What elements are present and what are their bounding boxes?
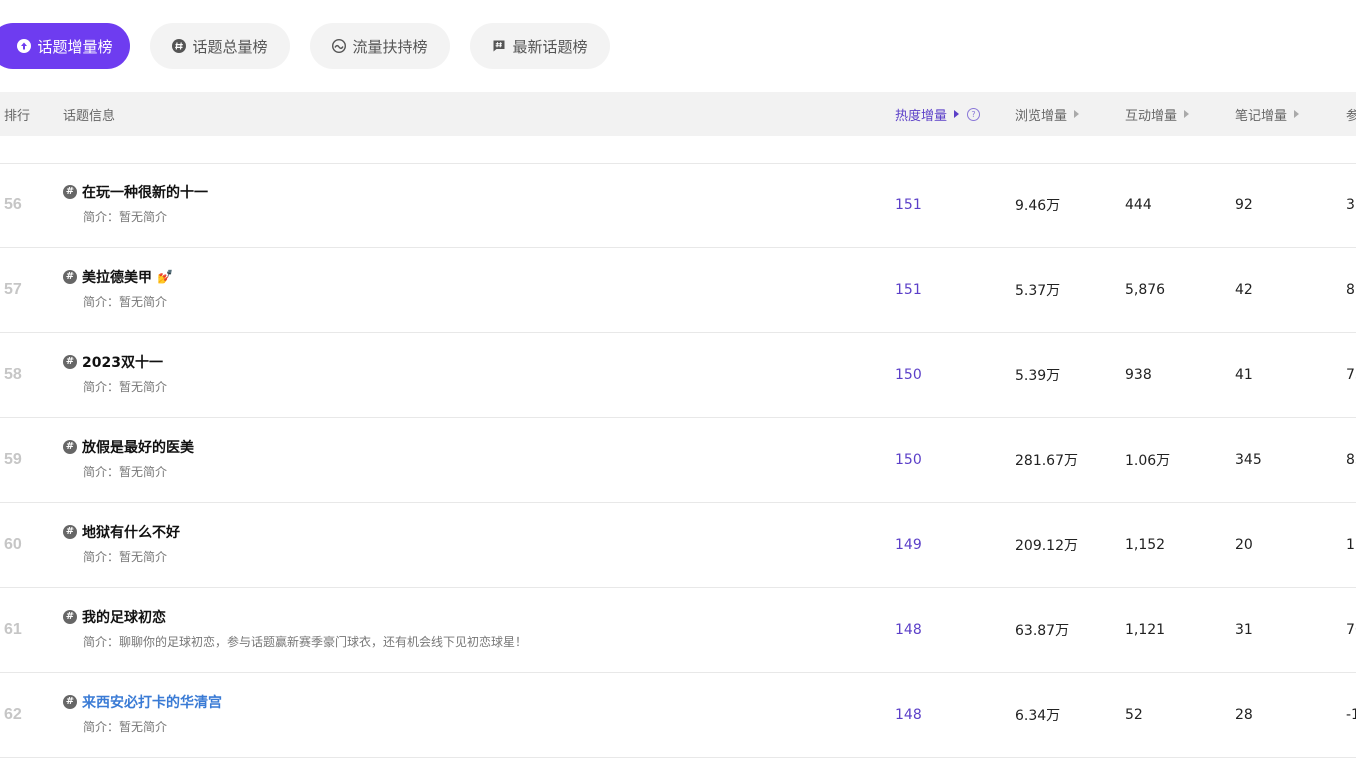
notes-increment: 42 [1235, 282, 1253, 298]
notes-increment: 20 [1235, 537, 1253, 553]
notes-increment: 345 [1235, 452, 1262, 468]
topic-title[interactable]: # 地狱有什么不好 [63, 522, 180, 542]
hash-icon: # [63, 270, 77, 284]
ranking-tabs: 话题增量榜 话题总量榜 流量扶持榜 最新话题榜 [0, 23, 1356, 69]
sort-caret-icon [1294, 110, 1300, 118]
nail-polish-icon: 💅 [157, 269, 174, 285]
table-row: 56 # 在玩一种很新的十一 简介：暂无简介 151 9.46万 444 92 … [0, 163, 1356, 248]
table-row: 58 # 2023双十一 简介：暂无简介 150 5.39万 938 41 75 [0, 333, 1356, 418]
views-increment: 63.87万 [1015, 623, 1070, 639]
interactions-increment: 444 [1125, 197, 1152, 213]
topic-title[interactable]: # 我的足球初恋 [63, 607, 166, 627]
views-increment: 5.39万 [1015, 368, 1061, 384]
column-participants-sort[interactable]: 参 [1346, 92, 1356, 136]
heat-increment: 150 [895, 367, 922, 383]
column-notes-sort[interactable]: 笔记增量 [1235, 92, 1300, 136]
tab-label: 流量扶持榜 [352, 37, 428, 56]
tab-topic-total[interactable]: 话题总量榜 [150, 23, 290, 69]
participants-increment: 3( [1346, 197, 1356, 213]
rank-number: 58 [4, 366, 22, 383]
hash-icon [172, 39, 187, 53]
table-row: 60 # 地狱有什么不好 简介：暂无简介 149 209.12万 1,152 2… [0, 503, 1356, 588]
tab-label: 话题总量榜 [192, 37, 268, 56]
table-row: 61 # 我的足球初恋 简介：聊聊你的足球初恋，参与话题赢新赛季豪门球衣，还有机… [0, 588, 1356, 673]
hash-icon: # [63, 185, 77, 199]
tab-topic-increment[interactable]: 话题增量榜 [0, 23, 130, 69]
table-row: 62 # 来西安必打卡的华清宫 简介：暂无简介 148 6.34万 52 28 … [0, 673, 1356, 758]
participants-increment: 83 [1346, 452, 1356, 468]
comment-hash-icon [492, 39, 506, 53]
topic-description: 简介：暂无简介 [83, 295, 168, 309]
tab-latest-topics[interactable]: 最新话题榜 [470, 23, 610, 69]
sort-caret-icon [1184, 110, 1190, 118]
heat-increment: 149 [895, 537, 922, 553]
topic-table-body: 56 # 在玩一种很新的十一 简介：暂无简介 151 9.46万 444 92 … [0, 163, 1356, 758]
column-rank: 排行 [4, 108, 31, 124]
rank-number: 61 [4, 621, 22, 638]
column-heat-sort[interactable]: 热度增量 ? [895, 92, 981, 136]
topic-title[interactable]: # 2023双十一 [63, 352, 163, 372]
column-interactions-sort[interactable]: 互动增量 [1125, 92, 1190, 136]
sort-caret-icon [1074, 110, 1080, 118]
hash-icon: # [63, 695, 77, 709]
heat-increment: 151 [895, 197, 922, 213]
interactions-increment: 5,876 [1125, 282, 1166, 298]
tab-traffic-support[interactable]: 流量扶持榜 [310, 23, 450, 69]
participants-increment: 1' [1346, 537, 1356, 553]
notes-increment: 92 [1235, 197, 1253, 213]
interactions-increment: 1.06万 [1125, 453, 1171, 469]
views-increment: 6.34万 [1015, 708, 1061, 724]
hash-icon: # [63, 525, 77, 539]
topic-description: 简介：聊聊你的足球初恋，参与话题赢新赛季豪门球衣，还有机会线下见初恋球星！ [83, 635, 528, 649]
hash-icon: # [63, 440, 77, 454]
heat-increment: 148 [895, 622, 922, 638]
participants-increment: -1 [1346, 707, 1356, 723]
sort-caret-icon [954, 110, 960, 118]
heat-increment: 151 [895, 282, 922, 298]
column-views-sort[interactable]: 浏览增量 [1015, 92, 1080, 136]
rank-number: 56 [4, 196, 22, 213]
topic-title-link[interactable]: # 来西安必打卡的华清宫 [63, 692, 222, 712]
views-increment: 209.12万 [1015, 538, 1078, 554]
participants-increment: 76 [1346, 622, 1356, 638]
interactions-increment: 1,121 [1125, 622, 1166, 638]
arrow-up-circle-icon [17, 39, 32, 53]
hash-icon: # [63, 610, 77, 624]
table-row: 57 # 美拉德美甲 💅 简介：暂无简介 151 5.37万 5,876 42 … [0, 248, 1356, 333]
rank-number: 57 [4, 281, 22, 298]
topic-description: 简介：暂无简介 [83, 550, 168, 564]
tab-label: 最新话题榜 [512, 37, 588, 56]
interactions-increment: 938 [1125, 367, 1152, 383]
column-topic: 话题信息 [63, 108, 116, 124]
heat-increment: 150 [895, 452, 922, 468]
rank-number: 60 [4, 536, 22, 553]
topic-title[interactable]: # 在玩一种很新的十一 [63, 182, 208, 202]
notes-increment: 28 [1235, 707, 1253, 723]
topic-description: 简介：暂无简介 [83, 210, 168, 224]
notes-increment: 41 [1235, 367, 1253, 383]
views-increment: 281.67万 [1015, 453, 1078, 469]
topic-title[interactable]: # 放假是最好的医美 [63, 437, 194, 457]
rank-number: 59 [4, 451, 22, 468]
table-header: 排行 话题信息 热度增量 ? 浏览增量 互动增量 笔记增量 参 [0, 92, 1356, 136]
heat-increment: 148 [895, 707, 922, 723]
topic-title[interactable]: # 美拉德美甲 💅 [63, 267, 173, 287]
interactions-increment: 52 [1125, 707, 1143, 723]
help-icon[interactable]: ? [967, 107, 981, 121]
participants-increment: 75 [1346, 367, 1356, 383]
interactions-increment: 1,152 [1125, 537, 1166, 553]
views-increment: 5.37万 [1015, 283, 1061, 299]
tab-label: 话题增量榜 [37, 37, 113, 56]
table-row: 59 # 放假是最好的医美 简介：暂无简介 150 281.67万 1.06万 … [0, 418, 1356, 503]
topic-description: 简介：暂无简介 [83, 720, 168, 734]
views-increment: 9.46万 [1015, 198, 1061, 214]
traffic-icon [332, 39, 347, 53]
topic-description: 简介：暂无简介 [83, 380, 168, 394]
hash-icon: # [63, 355, 77, 369]
topic-description: 简介：暂无简介 [83, 465, 168, 479]
participants-increment: 87 [1346, 282, 1356, 298]
rank-number: 62 [4, 706, 22, 723]
notes-increment: 31 [1235, 622, 1253, 638]
